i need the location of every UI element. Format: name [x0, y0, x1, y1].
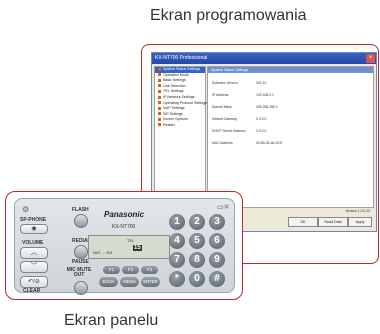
- enter-button[interactable]: ENTER: [141, 277, 160, 287]
- key-6[interactable]: 6: [209, 233, 225, 249]
- key-8[interactable]: 8: [189, 252, 205, 268]
- f3-button[interactable]: F3: [141, 266, 158, 274]
- key-2[interactable]: 2: [189, 214, 205, 230]
- status-panel-header: System Status Settings: [208, 67, 373, 73]
- lcd-line: NAT ... 001: [93, 250, 113, 255]
- model-label: KX-NT700: [112, 224, 136, 230]
- read-data-button[interactable]: Read Data: [318, 217, 348, 227]
- flash-label: FLASH: [72, 207, 89, 213]
- f2-button[interactable]: F2: [122, 266, 139, 274]
- back-button[interactable]: BACK: [99, 277, 118, 287]
- apply-button[interactable]: Apply: [348, 217, 372, 227]
- lcd-line: TEL: [127, 238, 135, 243]
- caption-panel-screen: Ekran panelu: [64, 312, 159, 329]
- window-title: KX-NT700 Professional: [155, 55, 208, 61]
- key-4[interactable]: 4: [169, 233, 185, 249]
- field-row: IP Address 192.168.0.1: [212, 93, 274, 97]
- volume-down-button[interactable]: ﹀: [20, 261, 48, 273]
- window-controls-icon[interactable]: ▭✕: [217, 203, 229, 211]
- lcd-line: 15: [133, 245, 142, 251]
- status-panel: System Status Settings Software Version 0…: [207, 66, 374, 208]
- key-7[interactable]: 7: [169, 252, 185, 268]
- pause-label: PAUSE: [72, 259, 89, 265]
- key-5[interactable]: 5: [189, 233, 205, 249]
- close-icon[interactable]: ×: [366, 54, 375, 63]
- key-1[interactable]: 1: [169, 214, 185, 230]
- clear-label: CLEAR: [23, 288, 41, 294]
- sp-phone-label: SP-PHONE: [20, 217, 47, 223]
- mic-mute-label: MIC MUTE OUT: [66, 267, 92, 278]
- caption-programming-screen: Ekran programowania: [150, 7, 307, 24]
- field-row: Software Version 002.10: [212, 81, 267, 85]
- menu-button[interactable]: MENU: [120, 277, 139, 287]
- gear-icon[interactable]: ⚙: [22, 205, 29, 214]
- key-0[interactable]: 0: [189, 271, 205, 287]
- key-9[interactable]: 9: [209, 252, 225, 268]
- field-row: MAC Address 00-80-45-a0-2f-f0: [212, 141, 283, 145]
- flash-button[interactable]: [74, 214, 88, 228]
- sp-phone-button[interactable]: ◉: [20, 224, 48, 234]
- volume-label: VOLUME: [22, 240, 44, 246]
- version-label: Version 1.0.0.20: [345, 209, 370, 213]
- mic-mute-button[interactable]: [74, 281, 88, 295]
- key-star[interactable]: *: [169, 271, 185, 287]
- key-3[interactable]: 3: [209, 214, 225, 230]
- redial-button[interactable]: [74, 245, 88, 259]
- tree-item[interactable]: Restart: [155, 123, 205, 129]
- window-titlebar: KX-NT700 Professional ×: [152, 53, 376, 64]
- clear-button[interactable]: ↶/⊘: [20, 276, 48, 288]
- ok-button[interactable]: OK: [288, 217, 318, 227]
- field-row: DHCP Server Address 0.0.0.0: [212, 129, 267, 133]
- field-row: Default Gateway 0.0.0.0: [212, 117, 267, 121]
- key-hash[interactable]: #: [209, 271, 225, 287]
- lcd-display: TEL 15 NAT ... 001: [88, 235, 170, 259]
- field-row: Subnet Mask 255.255.255.0: [212, 105, 278, 109]
- f1-button[interactable]: F1: [103, 266, 120, 274]
- volume-up-button[interactable]: ︿: [20, 247, 48, 259]
- brand-logo: Panasonic: [104, 210, 145, 219]
